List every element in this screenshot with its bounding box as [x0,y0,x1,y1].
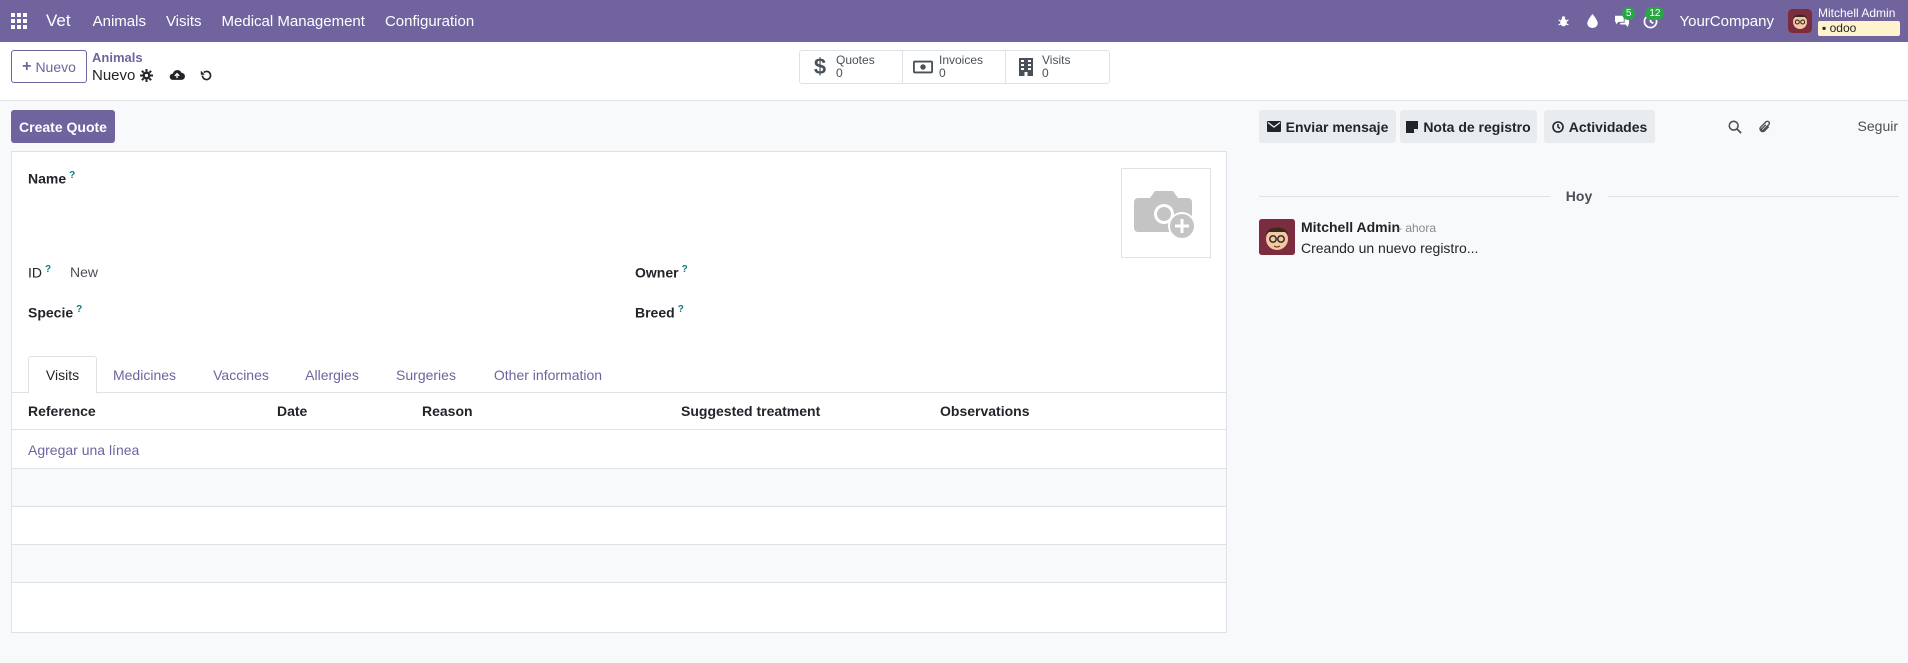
menu-animals[interactable]: Animals [83,0,156,42]
company-switcher[interactable]: YourCompany [1679,13,1774,30]
smart-buttons: $ Quotes 0 Invoices 0 Visits 0 [799,50,1110,84]
user-menu[interactable]: Mitchell Admin ▪ odoo [1818,5,1900,36]
id-help-icon[interactable]: ? [45,264,51,275]
apps-menu-icon[interactable] [2,0,36,42]
menu-configuration[interactable]: Configuration [375,0,484,42]
gear-icon[interactable] [137,66,155,84]
tab-other-information[interactable]: Other information [483,356,613,393]
message-time: - ahora [1398,221,1437,235]
navbar-systray: 5 12 YourCompany Mitchell Admin ▪ odoo [1549,0,1908,42]
messages-icon[interactable]: 5 [1607,0,1636,42]
chatter-panel: Enviar mensaje Nota de registro Activida… [1247,101,1908,663]
debug-bug-icon[interactable] [1549,0,1578,42]
specie-help-icon[interactable]: ? [76,304,82,315]
name-label: Name? [28,170,75,187]
owner-label: Owner? [635,264,688,281]
message-body: Creando un nuevo registro... [1301,240,1479,256]
messages-badge: 5 [1621,7,1636,20]
control-panel: + Nuevo Animals Nuevo $ Quotes 0 Invoice… [0,42,1908,101]
activities-clock-icon[interactable]: 12 [1636,0,1665,42]
tab-medicines[interactable]: Medicines [102,356,187,393]
envelope-icon [1266,121,1281,132]
activities-badge: 12 [1645,7,1665,20]
name-help-icon[interactable]: ? [69,170,75,181]
add-line-row: Agregar una línea [12,431,1226,469]
specie-label-text: Specie [28,304,74,321]
message-author[interactable]: Mitchell Admin [1301,219,1400,235]
activities-label: Actividades [1568,118,1648,135]
column-reference[interactable]: Reference [28,403,96,419]
tab-allergies[interactable]: Allergies [295,356,369,393]
notebook-tabs: Visits Medicines Vaccines Allergies Surg… [12,356,1226,394]
dollar-icon: $ [813,54,827,79]
breed-help-icon[interactable]: ? [678,304,684,315]
clock-icon [1551,120,1564,133]
drop-icon[interactable] [1578,0,1607,42]
follow-button[interactable]: Seguir [1858,118,1898,134]
visits-table-header: Reference Date Reason Suggested treatmen… [12,393,1226,430]
paperclip-icon[interactable] [1756,118,1774,136]
app-brand[interactable]: Vet [46,11,71,31]
quotes-smart-button[interactable]: $ Quotes 0 [800,51,903,83]
camera-add-icon [1134,191,1196,240]
breed-label-text: Breed [635,304,675,321]
activities-button[interactable]: Actividades [1544,110,1655,143]
tab-vaccines[interactable]: Vaccines [203,356,279,393]
database-icon: ▪ [1822,20,1827,35]
tab-surgeries[interactable]: Surgeries [385,356,467,393]
table-row [12,469,1226,507]
owner-help-icon[interactable]: ? [682,264,688,275]
id-value: New [70,264,99,280]
column-reason[interactable]: Reason [422,403,473,419]
menu-visits[interactable]: Visits [156,0,212,42]
date-separator: Hoy [1259,188,1900,204]
name-label-text: Name [28,170,67,187]
invoices-count: 0 [939,66,946,80]
id-label-text: ID [28,264,42,281]
date-separator-label: Hoy [1565,188,1593,204]
money-icon [913,57,933,77]
user-avatar[interactable] [1788,9,1812,33]
building-icon [1016,57,1036,77]
table-row [12,507,1226,545]
message-author-avatar[interactable] [1259,219,1295,255]
top-navbar: Vet Animals Visits Medical Management Co… [0,0,1908,42]
tab-visits[interactable]: Visits [28,356,97,394]
save-cloud-icon[interactable] [168,66,186,84]
plus-icon: + [22,57,32,75]
visits-smart-button[interactable]: Visits 0 [1006,51,1109,83]
database-tag: ▪ odoo [1818,20,1900,36]
new-record-button[interactable]: + Nuevo [11,50,87,83]
form-sheet: Name? ID? New Owner? Specie? Breed? Visi… [11,151,1227,633]
table-row [12,545,1226,583]
new-button-label: Nuevo [35,58,76,75]
note-icon [1406,120,1419,133]
owner-label-text: Owner [635,264,679,281]
user-name: Mitchell Admin [1818,5,1896,20]
invoices-smart-button[interactable]: Invoices 0 [903,51,1006,83]
column-suggested-treatment[interactable]: Suggested treatment [681,403,820,419]
breadcrumb-parent[interactable]: Animals [92,50,143,65]
menu-medical-management[interactable]: Medical Management [212,0,375,42]
column-date[interactable]: Date [277,403,307,419]
add-line-link[interactable]: Agregar una línea [28,442,139,458]
log-note-label: Nota de registro [1423,118,1531,135]
id-label: ID? [28,264,51,281]
animal-photo-upload[interactable] [1121,168,1211,258]
search-icon[interactable] [1726,118,1744,136]
discard-undo-icon[interactable] [197,66,215,84]
breadcrumb-current: Nuevo [92,67,136,84]
breed-label: Breed? [635,304,684,321]
log-note-button[interactable]: Nota de registro [1400,110,1537,143]
specie-label: Specie? [28,304,82,321]
visits-count: 0 [1042,66,1049,80]
create-quote-button[interactable]: Create Quote [11,110,115,143]
database-name: odoo [1829,20,1857,35]
send-message-button[interactable]: Enviar mensaje [1259,110,1396,143]
column-observations[interactable]: Observations [940,403,1029,419]
quotes-count: 0 [836,66,843,80]
send-message-label: Enviar mensaje [1285,118,1389,135]
